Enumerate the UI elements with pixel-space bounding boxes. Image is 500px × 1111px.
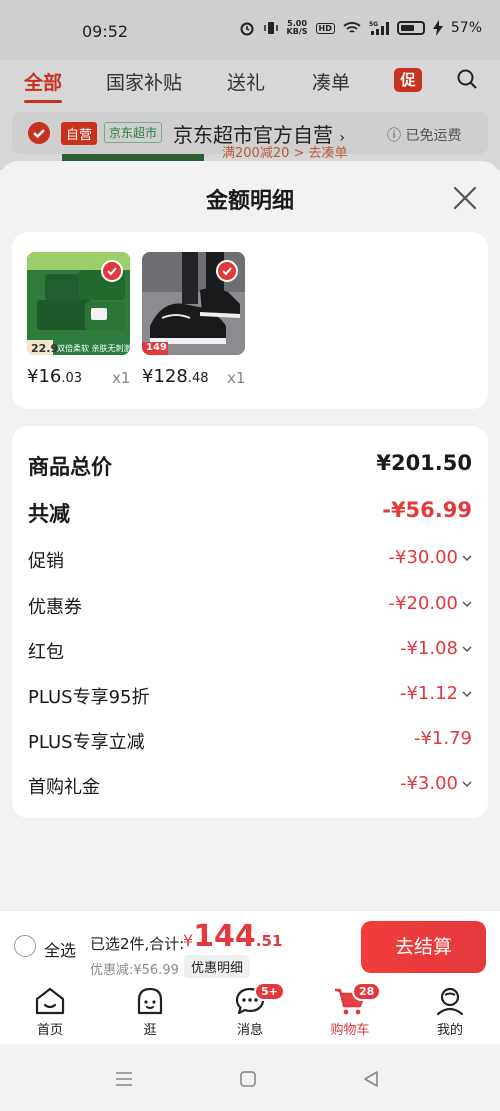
row-first-purchase[interactable]: 首购礼金 -¥3.00 bbox=[28, 773, 472, 803]
product-price: ¥16.03 bbox=[27, 366, 83, 387]
select-all-label[interactable]: 全选 bbox=[44, 937, 76, 961]
free-shipping: ⓘ 已免运费 bbox=[387, 128, 462, 144]
cart-tabs: 全部 国家补贴 送礼 凑单 促 bbox=[0, 60, 500, 103]
row-total-discount: 共减 -¥56.99 bbox=[28, 498, 472, 526]
battery-icon bbox=[396, 21, 425, 35]
tab-bundle[interactable]: 凑单 bbox=[312, 68, 350, 95]
amount-breakdown-card: 商品总价 ¥201.50 共减 -¥56.99 促销 -¥30.00 优惠券 -… bbox=[12, 426, 488, 818]
status-time: 09:52 bbox=[82, 22, 129, 41]
signal-icon: 5G bbox=[369, 21, 389, 35]
bottom-tab-bar: 首页 逛 消息 5+ 购物车 28 我的 bbox=[0, 980, 500, 1044]
info-icon: ⓘ bbox=[387, 128, 401, 144]
checkout-button[interactable]: 去结算 bbox=[361, 921, 486, 973]
back-icon[interactable] bbox=[360, 1068, 382, 1090]
total-amount: ¥144.51 bbox=[183, 919, 283, 954]
sheet-title: 金额明细 bbox=[205, 189, 294, 214]
thumb-slogan: 双倍柔软 亲肤无刺激 bbox=[57, 344, 130, 353]
selected-check-icon bbox=[216, 260, 238, 282]
row-red-packet[interactable]: 红包 -¥1.08 bbox=[28, 638, 472, 668]
row-plus-95[interactable]: PLUS专享95折 -¥1.12 bbox=[28, 683, 472, 713]
status-bar: 09:52 5.00 KB/S HD 5G 57% bbox=[0, 0, 500, 60]
checkout-bar: 全选 已选2件,合计: ¥144.51 优惠减:¥56.99 优惠明细 去结算 bbox=[0, 910, 500, 980]
system-nav-bar bbox=[0, 1044, 500, 1111]
close-icon[interactable] bbox=[452, 185, 478, 211]
wifi-icon bbox=[343, 22, 361, 33]
products-card: 22.9 双倍柔软 亲肤无刺激 ¥16.03 x1 149 ¥128.48 x1 bbox=[12, 232, 488, 409]
chevron-down-icon bbox=[462, 691, 472, 698]
chevron-down-icon bbox=[462, 646, 472, 653]
vibrate-icon bbox=[263, 22, 278, 34]
tab-gift[interactable]: 送礼 bbox=[227, 68, 265, 95]
cart-badge: 28 bbox=[352, 982, 382, 1001]
saved-amount: 优惠减:¥56.99 bbox=[90, 963, 179, 978]
store-check-icon[interactable] bbox=[28, 122, 50, 144]
supermarket-tag: 京东超市 bbox=[104, 122, 163, 143]
tab-cart[interactable]: 购物车 28 bbox=[320, 982, 382, 1038]
thumb-price-tag: 22.9 bbox=[31, 342, 59, 355]
promo-text: 满200减20 > 去凑单 bbox=[222, 146, 348, 161]
select-all-radio[interactable] bbox=[14, 935, 36, 957]
product-qty: x1 bbox=[112, 369, 131, 387]
row-plus-instant: PLUS专享立减 -¥1.79 bbox=[28, 728, 472, 753]
browse-icon bbox=[137, 987, 163, 1015]
net-speed: 5.00 KB/S bbox=[286, 19, 308, 36]
row-goods-total: 商品总价 ¥201.50 bbox=[28, 451, 472, 479]
tab-subsidy[interactable]: 国家补贴 bbox=[106, 68, 182, 95]
product-thumbnail-tissue[interactable]: 22.9 双倍柔软 亲肤无刺激 bbox=[27, 252, 130, 355]
discount-detail-button[interactable]: 优惠明细 bbox=[184, 955, 251, 978]
menu-icon[interactable] bbox=[113, 1068, 135, 1090]
battery-percent: 57% bbox=[450, 20, 482, 36]
status-icons: 5.00 KB/S HD 5G 57% bbox=[239, 20, 482, 36]
background-cart: 全部 国家补贴 送礼 凑单 促 自营 京东超市 京东超市官方自营 › ⓘ 已免运… bbox=[0, 60, 500, 170]
svg-text:5G: 5G bbox=[369, 21, 378, 28]
tab-profile[interactable]: 我的 bbox=[420, 986, 480, 1038]
home-icon bbox=[35, 987, 65, 1015]
profile-icon bbox=[436, 987, 464, 1016]
chevron-down-icon bbox=[462, 555, 472, 562]
selected-summary: 已选2件,合计: bbox=[90, 935, 185, 953]
tab-browse[interactable]: 逛 bbox=[120, 986, 180, 1038]
product-thumbnail-sneaker[interactable]: 149 bbox=[142, 252, 245, 355]
tab-messages[interactable]: 消息 5+ bbox=[220, 982, 285, 1038]
product-qty: x1 bbox=[227, 369, 246, 387]
home-nav-icon[interactable] bbox=[237, 1068, 259, 1090]
row-coupon[interactable]: 优惠券 -¥20.00 bbox=[28, 593, 472, 623]
selected-check-icon bbox=[101, 260, 123, 282]
alarm-icon bbox=[240, 22, 254, 36]
product-price: ¥128.48 bbox=[142, 366, 209, 387]
promo-badge[interactable]: 促 bbox=[394, 68, 422, 92]
chevron-down-icon bbox=[462, 601, 472, 608]
hd-badge: HD bbox=[315, 22, 335, 34]
tab-home[interactable]: 首页 bbox=[20, 986, 80, 1038]
message-badge: 5+ bbox=[254, 982, 285, 1001]
thumb-price-tag: 149 bbox=[146, 342, 167, 353]
chevron-down-icon bbox=[462, 781, 472, 788]
row-promotion[interactable]: 促销 -¥30.00 bbox=[28, 547, 472, 577]
search-icon[interactable] bbox=[456, 68, 478, 90]
tab-all[interactable]: 全部 bbox=[24, 68, 63, 103]
charging-icon bbox=[432, 20, 443, 36]
self-operated-tag: 自营 bbox=[61, 122, 98, 145]
